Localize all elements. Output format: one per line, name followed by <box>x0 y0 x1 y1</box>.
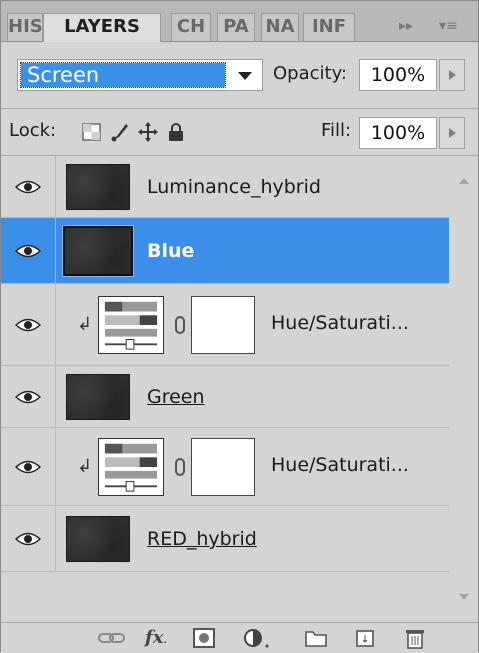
visibility-cell[interactable] <box>1 366 56 427</box>
lock-image-pixels-icon[interactable] <box>109 121 131 143</box>
eye-icon[interactable] <box>15 532 41 546</box>
eye-icon[interactable] <box>15 460 41 474</box>
layers-list: Luminance_hybrid Blue ↲ Hue/Saturati... … <box>1 156 478 622</box>
blend-mode-dropdown[interactable]: Screen <box>17 59 263 91</box>
opacity-label: Opacity: <box>273 63 347 84</box>
scroll-down-icon[interactable] <box>459 594 469 600</box>
tab-channels[interactable]: CH <box>171 13 211 41</box>
clipping-mask-icon: ↲ <box>77 314 93 335</box>
mask-link-icon[interactable] <box>175 458 185 476</box>
lock-options-row: Lock: Fill: 100% <box>1 109 478 156</box>
visibility-cell[interactable] <box>1 218 56 283</box>
fill-field[interactable]: 100% <box>359 117 437 149</box>
layer-thumbnail <box>62 225 134 277</box>
opacity-field[interactable]: 100% <box>359 59 437 91</box>
layer-row-selected[interactable]: Blue <box>1 218 449 284</box>
blend-options-row: Screen Opacity: 100% <box>1 42 478 109</box>
panel-menu-icon[interactable]: ▾≡ <box>439 13 458 40</box>
lock-label: Lock: <box>9 120 57 141</box>
layer-name: Luminance_hybrid <box>147 176 321 198</box>
add-mask-icon[interactable] <box>191 627 217 649</box>
layer-name: RED_hybrid <box>147 528 257 550</box>
link-layers-icon[interactable] <box>97 627 127 649</box>
group-folder-icon[interactable] <box>303 627 329 649</box>
chevron-down-icon <box>238 72 252 80</box>
adjustment-layer-row[interactable]: ↲ Hue/Saturati... <box>1 284 449 366</box>
adjustment-layer-icon[interactable] <box>241 627 271 649</box>
visibility-cell[interactable] <box>1 284 56 365</box>
layer-thumbnail <box>66 516 130 562</box>
eye-icon[interactable] <box>15 318 41 332</box>
layers-scrollbar[interactable] <box>450 156 478 622</box>
visibility-cell[interactable] <box>1 506 56 571</box>
layer-mask-thumbnail <box>191 296 255 354</box>
layers-panel: HIS LAYERS CH PA NA INF ▸▸ ▾≡ Screen Opa… <box>0 0 479 653</box>
tab-info[interactable]: INF <box>303 13 355 41</box>
hue-saturation-icon <box>98 438 164 496</box>
layer-thumbnail <box>66 164 130 210</box>
panel-tab-bar: HIS LAYERS CH PA NA INF ▸▸ ▾≡ <box>1 1 478 42</box>
fx-icon[interactable]: fx. <box>139 627 173 649</box>
tab-navigator[interactable]: NA <box>261 13 299 41</box>
eye-icon[interactable] <box>15 390 41 404</box>
tab-history[interactable]: HIS <box>7 13 43 41</box>
tab-paths[interactable]: PA <box>217 13 255 41</box>
layer-row[interactable]: Luminance_hybrid <box>1 156 449 218</box>
expand-panels-icon[interactable]: ▸▸ <box>399 13 413 40</box>
new-layer-icon[interactable] <box>353 627 377 649</box>
layer-name: Green <box>147 386 205 408</box>
fill-label: Fill: <box>321 120 352 141</box>
eye-icon[interactable] <box>15 180 41 194</box>
clipping-mask-icon: ↲ <box>77 456 93 477</box>
layer-name: Hue/Saturati... <box>271 312 409 334</box>
scroll-up-icon[interactable] <box>459 178 469 184</box>
lock-all-icon[interactable] <box>165 121 187 143</box>
hue-saturation-icon <box>98 296 164 354</box>
layer-row[interactable]: Green <box>1 366 449 428</box>
layers-toolbar: fx. <box>1 622 478 653</box>
layer-row[interactable]: RED_hybrid <box>1 506 449 572</box>
mask-link-icon[interactable] <box>175 316 185 334</box>
layer-thumbnail <box>66 374 130 420</box>
adjustment-layer-row[interactable]: ↲ Hue/Saturati... <box>1 428 449 506</box>
lock-transparent-pixels-icon[interactable] <box>81 121 103 143</box>
eye-icon[interactable] <box>15 244 41 258</box>
visibility-cell[interactable] <box>1 428 56 505</box>
visibility-cell[interactable] <box>1 156 56 217</box>
fill-slider-button[interactable] <box>439 117 465 149</box>
trash-icon[interactable] <box>403 627 427 649</box>
layer-name: Blue <box>147 240 195 262</box>
opacity-slider-button[interactable] <box>439 59 465 91</box>
tab-layers[interactable]: LAYERS <box>43 13 161 42</box>
layer-name: Hue/Saturati... <box>271 454 409 476</box>
layer-mask-thumbnail <box>191 438 255 496</box>
blend-mode-value: Screen <box>20 62 226 88</box>
lock-position-icon[interactable] <box>137 121 159 143</box>
